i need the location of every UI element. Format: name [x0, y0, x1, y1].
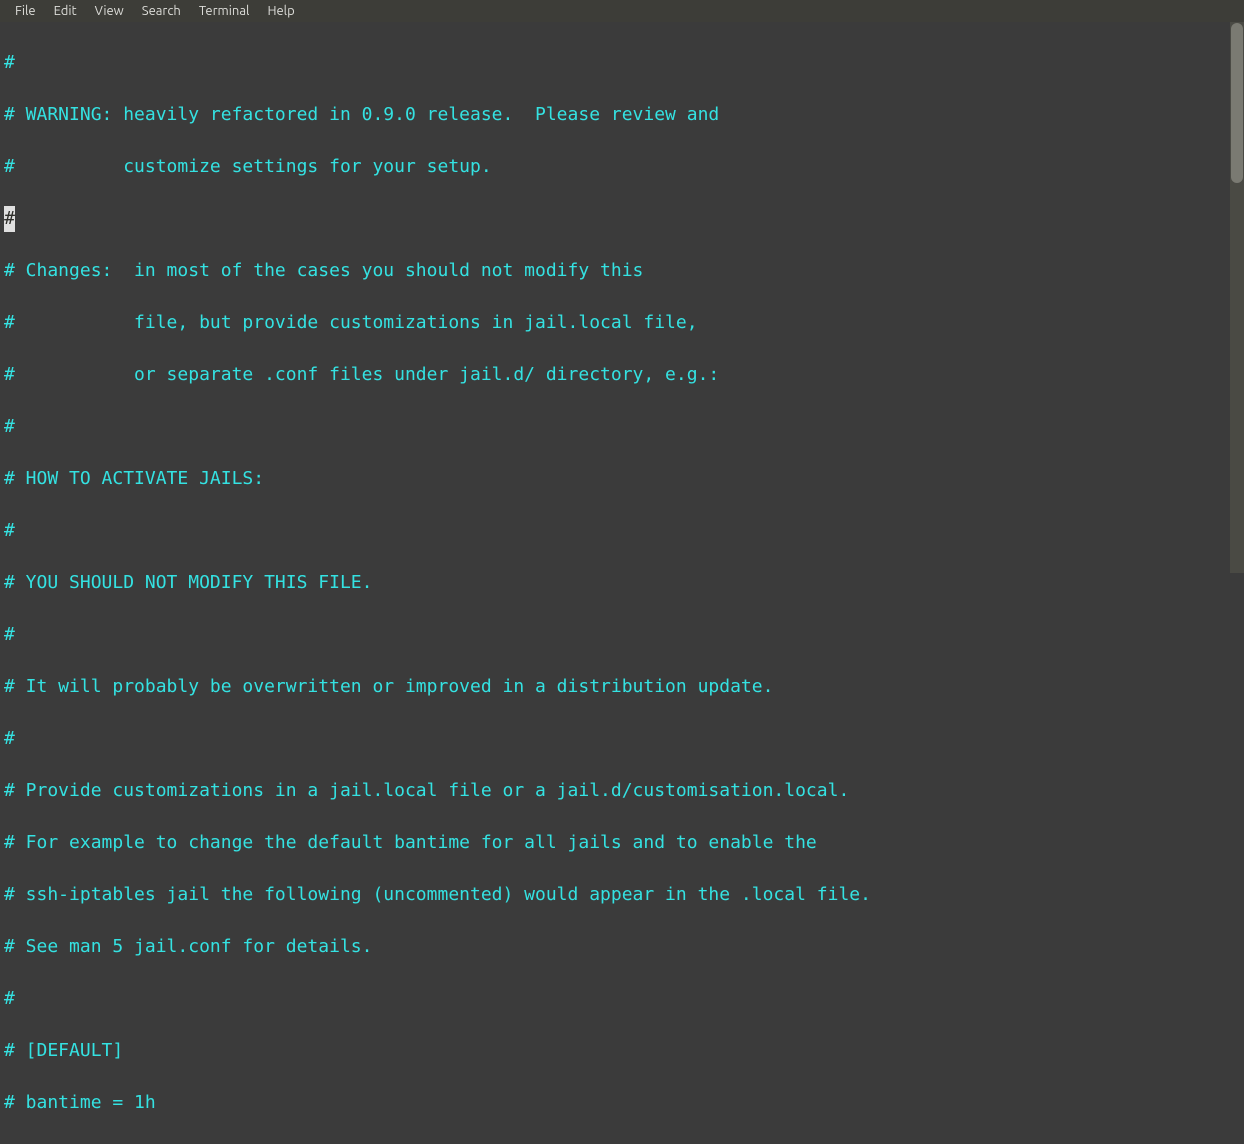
editor-line: # — [4, 206, 1240, 232]
editor-line: # WARNING: heavily refactored in 0.9.0 r… — [4, 102, 1240, 128]
editor-line: # [DEFAULT] — [4, 1038, 1240, 1064]
editor-line: # HOW TO ACTIVATE JAILS: — [4, 466, 1240, 492]
editor-line: # — [4, 414, 1240, 440]
editor-line: # — [4, 986, 1240, 1012]
editor-line: # For example to change the default bant… — [4, 830, 1240, 856]
editor-line: # Changes: in most of the cases you shou… — [4, 258, 1240, 284]
editor-line: # bantime = 1h — [4, 1090, 1240, 1116]
menu-search[interactable]: Search — [133, 2, 190, 20]
menu-help[interactable]: Help — [258, 2, 303, 20]
editor-line: # — [4, 518, 1240, 544]
editor-line: # — [4, 622, 1240, 648]
editor-line: # — [4, 726, 1240, 752]
menubar: File Edit View Search Terminal Help — [0, 0, 1244, 22]
editor-line: # Provide customizations in a jail.local… — [4, 778, 1240, 804]
editor-line: # See man 5 jail.conf for details. — [4, 934, 1240, 960]
cursor: # — [4, 206, 15, 232]
menu-terminal[interactable]: Terminal — [190, 2, 259, 20]
terminal-editor[interactable]: # # WARNING: heavily refactored in 0.9.0… — [0, 22, 1244, 1144]
menu-view[interactable]: View — [86, 2, 133, 20]
editor-line: # file, but provide customizations in ja… — [4, 310, 1240, 336]
editor-line: # YOU SHOULD NOT MODIFY THIS FILE. — [4, 570, 1240, 596]
editor-line: # — [4, 50, 1240, 76]
editor-line: # or separate .conf files under jail.d/ … — [4, 362, 1240, 388]
menu-file[interactable]: File — [6, 2, 45, 20]
scrollbar-thumb[interactable] — [1231, 23, 1243, 183]
editor-line: # ssh-iptables jail the following (uncom… — [4, 882, 1240, 908]
editor-line: # It will probably be overwritten or imp… — [4, 674, 1240, 700]
editor-line: # customize settings for your setup. — [4, 154, 1240, 180]
menu-edit[interactable]: Edit — [45, 2, 86, 20]
